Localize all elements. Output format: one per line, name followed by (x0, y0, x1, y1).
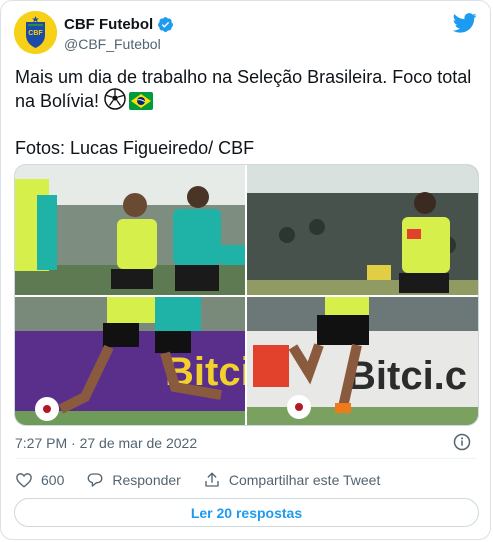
heart-icon (16, 473, 32, 488)
reply-bubble-icon (87, 473, 103, 487)
author-name-text[interactable]: CBF Futebol (64, 15, 153, 34)
author-display-name[interactable]: CBF Futebol (64, 15, 174, 34)
info-icon[interactable] (453, 433, 471, 451)
reply-button[interactable]: Responder (86, 471, 181, 489)
svg-text:CBF: CBF (28, 30, 43, 37)
tweet-body: Mais um dia de trabalho na Seleção Brasi… (15, 66, 480, 159)
twitter-bird-icon[interactable] (453, 13, 477, 33)
tweet-actions: 600 Responder Compartilhar este Tweet (15, 469, 402, 491)
share-upload-icon (205, 472, 219, 487)
photo-credits: Fotos: Lucas Figueiredo/ CBF (15, 138, 255, 158)
cbf-crest-icon: CBF (14, 11, 57, 54)
tweet-timestamp[interactable]: 7:27 PM · 27 de mar de 2022 (15, 434, 197, 452)
svg-text:Bitci.c: Bitci.c (347, 354, 467, 398)
author-handle[interactable]: @CBF_Futebol (64, 35, 174, 53)
photo-4[interactable]: Bitci.c (247, 297, 478, 425)
reply-label[interactable]: Responder (112, 472, 181, 488)
tweet-card: CBF CBF Futebol @CBF_Futebol Mais um dia… (0, 0, 491, 540)
brazil-flag-icon (129, 92, 154, 115)
training-photo-4-image: Bitci.c (247, 297, 478, 425)
avatar[interactable]: CBF (14, 11, 57, 54)
like-count[interactable]: 600 (41, 472, 64, 488)
soccer-ball-icon (104, 88, 126, 115)
training-photo-2-image (247, 165, 478, 295)
share-label[interactable]: Compartilhar este Tweet (229, 472, 380, 488)
share-button[interactable]: Compartilhar este Tweet (203, 471, 380, 489)
photo-grid[interactable]: Bitci Bitci.c (14, 164, 479, 426)
verified-badge-icon (158, 17, 174, 32)
author-block[interactable]: CBF Futebol @CBF_Futebol (64, 15, 174, 53)
tweet-header: CBF CBF Futebol @CBF_Futebol (14, 11, 477, 59)
photo-1[interactable] (15, 165, 245, 295)
training-photo-3-image: Bitci (15, 297, 245, 425)
photo-3[interactable]: Bitci (15, 297, 245, 425)
training-photo-1-image (15, 165, 245, 295)
divider (15, 458, 476, 459)
like-button[interactable]: 600 (15, 471, 64, 489)
read-replies-button[interactable]: Ler 20 respostas (14, 498, 479, 527)
tweet-main-text: Mais um dia de trabalho na Seleção Brasi… (15, 67, 477, 111)
photo-2[interactable] (247, 165, 478, 295)
